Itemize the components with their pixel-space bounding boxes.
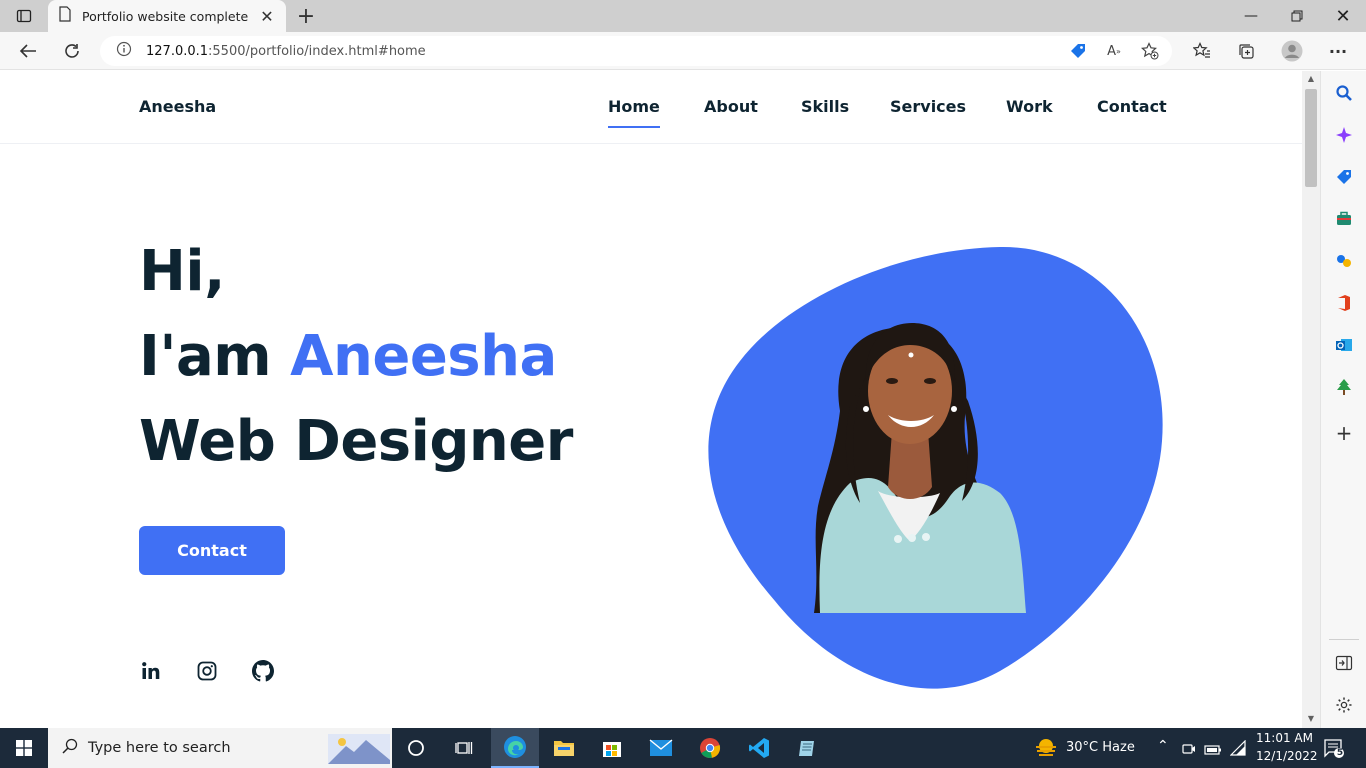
shopping-tag-icon[interactable] xyxy=(1068,42,1088,60)
tab-actions-icon[interactable] xyxy=(6,4,42,28)
battery-icon[interactable] xyxy=(1204,741,1222,760)
search-icon[interactable] xyxy=(1332,81,1356,105)
nav-services[interactable]: Services xyxy=(890,97,966,116)
instagram-icon[interactable] xyxy=(195,659,219,683)
clock-date[interactable]: 12/1/2022 xyxy=(1256,749,1318,763)
meet-now-icon[interactable] xyxy=(1182,741,1196,760)
outlook-icon[interactable] xyxy=(1332,333,1356,357)
store-icon[interactable] xyxy=(588,728,636,768)
add-icon[interactable]: + xyxy=(1332,421,1356,445)
nav-skills[interactable]: Skills xyxy=(801,97,849,116)
back-icon[interactable] xyxy=(14,38,42,64)
close-tab-icon[interactable]: ✕ xyxy=(258,7,276,26)
tools-icon[interactable] xyxy=(1332,207,1356,231)
refresh-icon[interactable] xyxy=(58,38,86,64)
hero-greeting: Hi, xyxy=(139,239,225,304)
page-viewport: Aneesha Home About Skills Services Work … xyxy=(0,71,1302,728)
github-icon[interactable] xyxy=(251,659,275,683)
search-placeholder: Type here to search xyxy=(88,740,231,756)
page-icon xyxy=(58,6,72,26)
contact-button[interactable]: Contact xyxy=(139,526,285,575)
scroll-down-icon[interactable]: ▼ xyxy=(1306,714,1316,724)
scroll-up-icon[interactable]: ▲ xyxy=(1306,74,1316,84)
task-view-icon[interactable] xyxy=(440,728,488,768)
search-icon xyxy=(62,738,78,758)
games-icon[interactable] xyxy=(1332,249,1356,273)
hero-name: Aneesha xyxy=(290,324,557,389)
weather-text[interactable]: 30°C Haze xyxy=(1066,740,1135,755)
add-favorite-icon[interactable] xyxy=(1140,42,1160,60)
browser-toolbar: 127.0.0.1:5500/portfolio/index.html#home… xyxy=(0,32,1366,70)
sidebar-divider xyxy=(1329,639,1359,640)
hero-role: Web Designer xyxy=(139,409,573,474)
mail-icon[interactable] xyxy=(637,728,685,768)
search-highlight-icon xyxy=(328,734,390,768)
office-icon[interactable] xyxy=(1332,291,1356,315)
chrome-icon[interactable] xyxy=(686,728,734,768)
favorites-icon[interactable] xyxy=(1188,38,1216,64)
linkedin-icon[interactable] xyxy=(139,659,163,683)
tray-expand-icon[interactable]: ⌃ xyxy=(1157,738,1169,754)
nav-home[interactable]: Home xyxy=(608,97,660,128)
hide-sidebar-icon[interactable] xyxy=(1332,651,1356,675)
taskbar-search[interactable]: Type here to search xyxy=(48,728,392,768)
nav-contact[interactable]: Contact xyxy=(1097,97,1167,116)
minimize-icon[interactable]: — xyxy=(1228,0,1274,32)
vscode-icon[interactable] xyxy=(735,728,783,768)
read-aloud-icon[interactable]: A» xyxy=(1104,42,1124,60)
discover-icon[interactable] xyxy=(1332,123,1356,147)
collections-icon[interactable] xyxy=(1232,38,1260,64)
settings-icon[interactable] xyxy=(1332,693,1356,717)
wifi-icon[interactable] xyxy=(1229,739,1246,760)
address-bar[interactable]: 127.0.0.1:5500/portfolio/index.html#home… xyxy=(100,36,1172,66)
scrollbar-thumb[interactable] xyxy=(1305,89,1317,187)
site-logo[interactable]: Aneesha xyxy=(139,97,216,116)
tree-icon[interactable] xyxy=(1332,375,1356,399)
notepad-app-icon[interactable] xyxy=(784,728,832,768)
hero-intro: I'am Aneesha xyxy=(139,324,557,389)
weather-icon[interactable] xyxy=(1034,736,1058,764)
windows-start-icon[interactable] xyxy=(0,728,48,768)
url-text: 127.0.0.1:5500/portfolio/index.html#home xyxy=(146,43,426,59)
close-window-icon[interactable]: ✕ xyxy=(1320,0,1366,32)
nav-work[interactable]: Work xyxy=(1006,97,1053,116)
taskbar: Type here to search 30°C Haze ⌃ 11:01 AM… xyxy=(0,728,1366,768)
new-tab-button[interactable]: + xyxy=(294,4,318,29)
info-icon[interactable] xyxy=(116,41,132,61)
clock-time[interactable]: 11:01 AM xyxy=(1256,731,1313,745)
cortana-icon[interactable] xyxy=(392,728,440,768)
shopping-icon[interactable] xyxy=(1332,165,1356,189)
edge-taskbar-icon[interactable] xyxy=(491,728,539,768)
profile-avatar[interactable] xyxy=(1278,38,1306,64)
site-header: Aneesha Home About Skills Services Work … xyxy=(0,71,1302,144)
vertical-scrollbar[interactable]: ▲ ▼ xyxy=(1302,71,1320,728)
nav-about[interactable]: About xyxy=(704,97,758,116)
tab-title: Portfolio website complete xyxy=(82,8,249,24)
browser-tab[interactable]: Portfolio website complete ✕ xyxy=(48,0,286,32)
file-explorer-icon[interactable] xyxy=(540,728,588,768)
more-menu-icon[interactable]: ··· xyxy=(1324,38,1352,64)
edge-sidebar: + xyxy=(1320,71,1366,728)
tab-bar: Portfolio website complete ✕ + — ✕ xyxy=(0,0,1366,32)
notification-count: 5 xyxy=(1336,748,1344,758)
hero-image xyxy=(700,241,1170,691)
restore-icon[interactable] xyxy=(1274,0,1320,32)
